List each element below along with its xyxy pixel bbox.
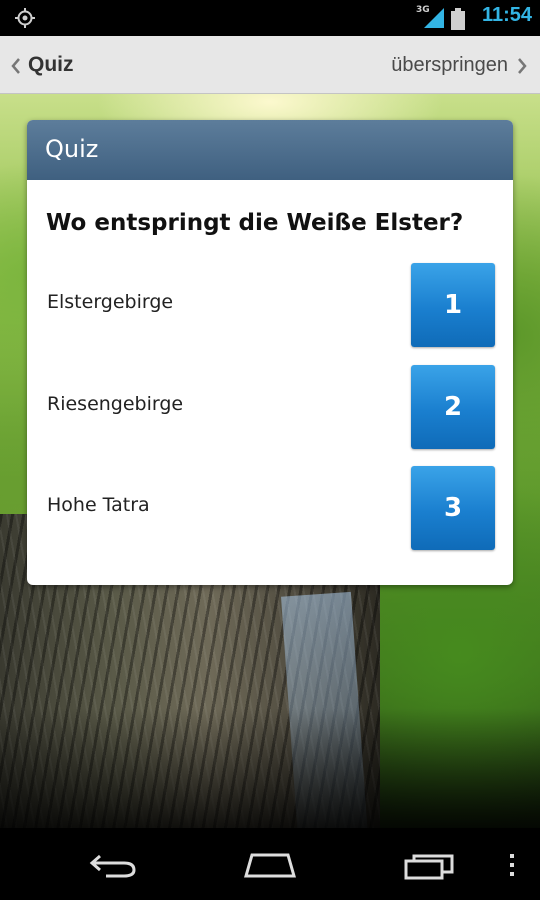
card-header: Quiz bbox=[27, 120, 513, 180]
quiz-card: Quiz Wo entspringt die Weiße Elster? Els… bbox=[27, 120, 513, 585]
skip-button[interactable]: überspringen bbox=[391, 54, 508, 77]
back-chevron-icon[interactable] bbox=[10, 56, 22, 76]
answer-row-3: Hohe Tatra 3 bbox=[27, 466, 513, 550]
status-bar: 3G 11:54 bbox=[0, 0, 540, 36]
answer-label: Riesengebirge bbox=[47, 393, 184, 415]
action-bar-title[interactable]: Quiz bbox=[28, 53, 74, 77]
scene-fade bbox=[0, 708, 540, 828]
nav-bar bbox=[0, 828, 540, 900]
answer-label: Elstergebirge bbox=[47, 291, 174, 313]
answer-label: Hohe Tatra bbox=[47, 494, 150, 516]
back-icon[interactable] bbox=[88, 852, 138, 878]
answer-button-1[interactable]: 1 bbox=[411, 263, 495, 347]
answer-button-3[interactable]: 3 bbox=[411, 466, 495, 550]
signal-icon bbox=[424, 8, 444, 28]
card-title: Quiz bbox=[45, 135, 99, 163]
question-text: Wo entspringt die Weiße Elster? bbox=[46, 210, 464, 236]
action-bar: Quiz überspringen bbox=[0, 36, 540, 94]
status-time: 11:54 bbox=[481, 4, 532, 26]
forward-chevron-icon[interactable] bbox=[516, 56, 528, 76]
screen: 3G 11:54 Quiz überspringen Quiz Wo entsp… bbox=[0, 0, 540, 900]
menu-icon[interactable] bbox=[508, 852, 516, 878]
home-icon[interactable] bbox=[243, 852, 297, 878]
location-icon bbox=[15, 8, 35, 28]
answer-row-1: Elstergebirge 1 bbox=[27, 263, 513, 347]
answer-row-2: Riesengebirge 2 bbox=[27, 365, 513, 449]
recents-icon[interactable] bbox=[404, 852, 456, 880]
battery-icon bbox=[451, 8, 465, 30]
answer-button-2[interactable]: 2 bbox=[411, 365, 495, 449]
